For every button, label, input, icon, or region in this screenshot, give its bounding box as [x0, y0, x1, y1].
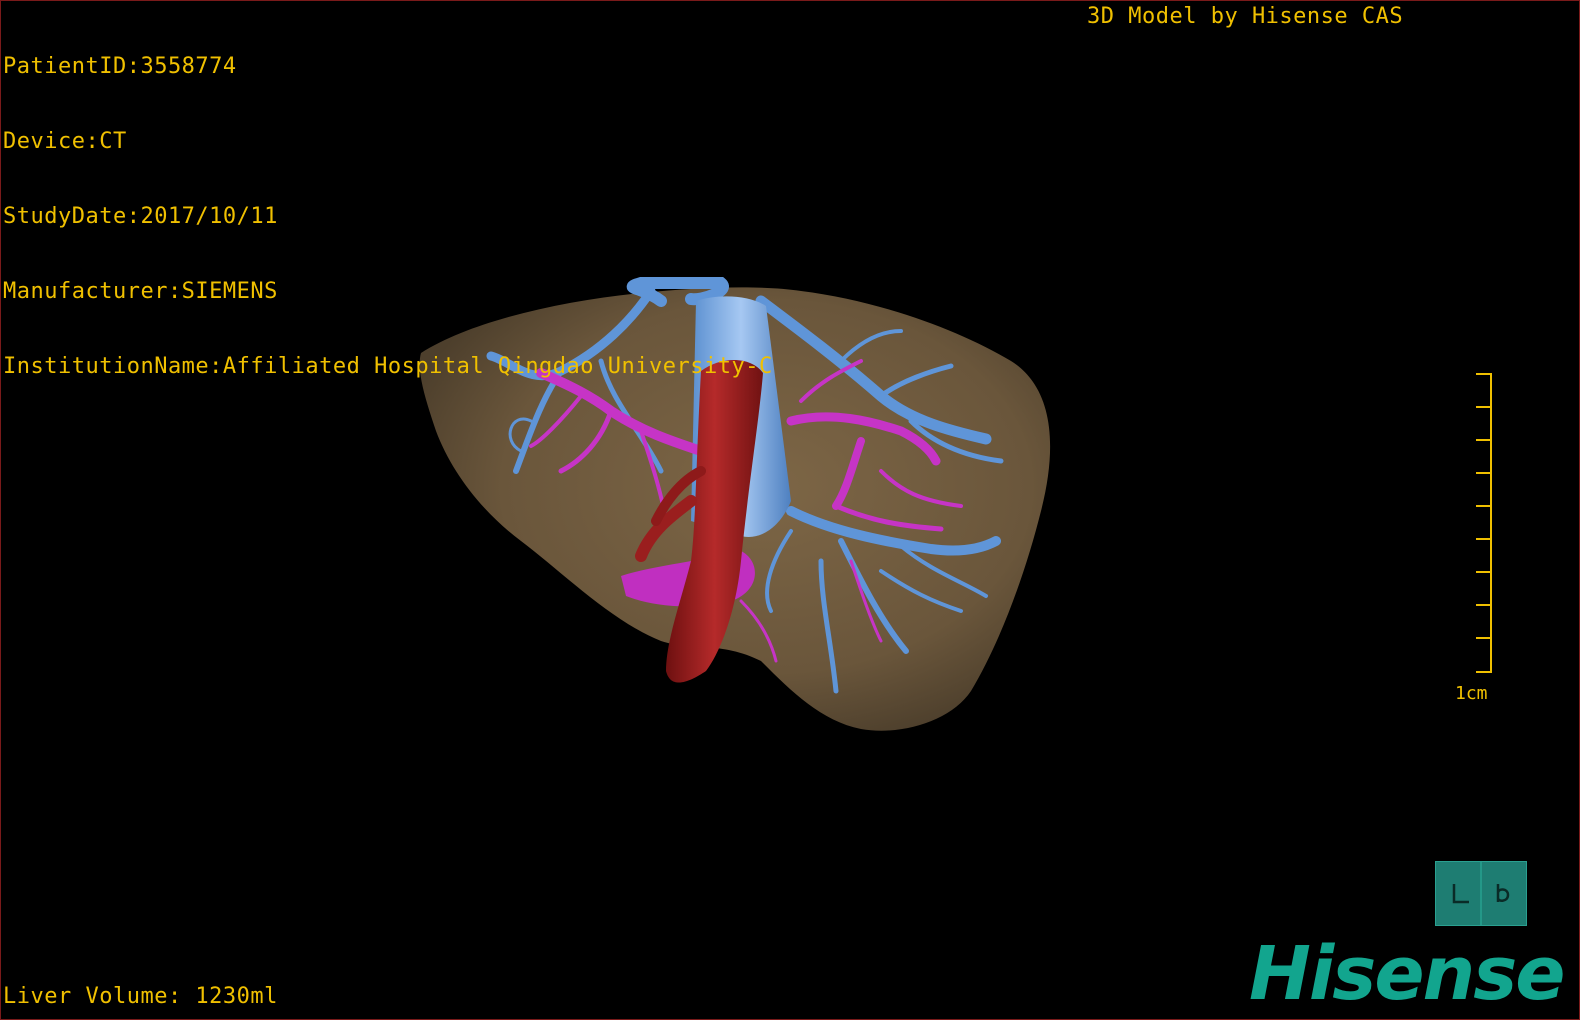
patient-id-text: PatientID:3558774 [3, 54, 237, 79]
study-date-text: StudyDate:2017/10/11 [3, 204, 278, 229]
model-credit-text: 3D Model by Hisense CAS [1087, 4, 1404, 29]
device-text: Device:CT [3, 129, 127, 154]
liver-volume-text: Liver Volume: 1230ml [3, 984, 278, 1009]
3d-viewport[interactable]: PatientID:3558774 Device:CT StudyDate:20… [0, 0, 1580, 1020]
institution-text: InstitutionName:Affiliated Hospital Qing… [3, 354, 773, 379]
hisense-logo: Hisense [1249, 931, 1565, 1017]
scale-label: 1cm [1455, 683, 1488, 704]
orientation-cube[interactable] [1435, 861, 1527, 926]
manufacturer-text: Manufacturer:SIEMENS [3, 279, 278, 304]
scale-ruler [1476, 373, 1492, 673]
orientation-cube-icon [1452, 862, 1510, 925]
patient-info-block: PatientID:3558774 Device:CT StudyDate:20… [3, 4, 773, 429]
